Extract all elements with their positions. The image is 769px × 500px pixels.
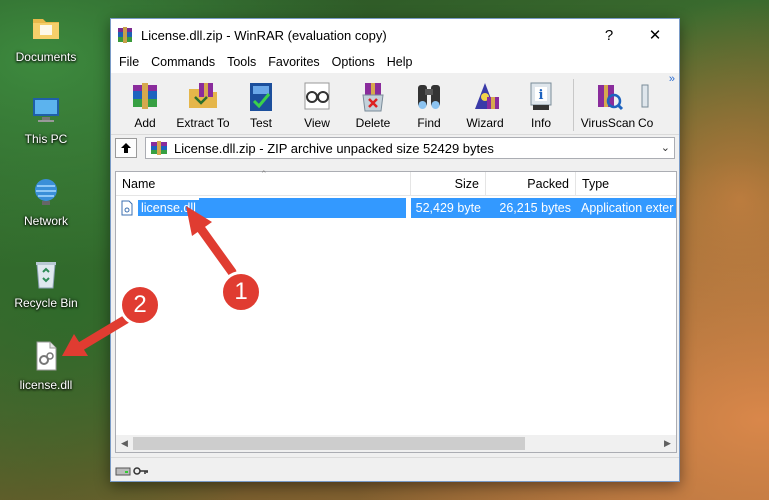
folder-documents-icon — [28, 10, 64, 46]
toolbar: Add Extract To Test View Delete Find Wiz… — [111, 73, 679, 135]
svg-text:i: i — [539, 88, 544, 103]
menu-favorites[interactable]: Favorites — [264, 55, 323, 69]
toolbar-more-button[interactable]: » — [669, 73, 675, 85]
view-button[interactable]: View — [289, 73, 345, 130]
status-bar — [111, 457, 679, 481]
annotation-badge-1: 1 — [220, 271, 262, 313]
archive-icon — [150, 141, 168, 155]
column-header-type[interactable]: Type — [576, 172, 676, 196]
extract-to-button[interactable]: Extract To — [173, 73, 233, 130]
menu-help[interactable]: Help — [383, 55, 417, 69]
desktop-icon-this-pc[interactable]: This PC — [6, 92, 86, 146]
desktop-icon-label: Network — [23, 214, 68, 228]
sort-ascending-icon: ⌃ — [260, 169, 268, 179]
column-header-packed[interactable]: Packed — [486, 172, 576, 196]
desktop-icon-recycle-bin[interactable]: Recycle Bin — [6, 256, 86, 310]
window-title: License.dll.zip - WinRAR (evaluation cop… — [141, 27, 387, 43]
network-icon — [28, 174, 64, 210]
scroll-right-icon[interactable]: ▶ — [659, 435, 676, 452]
dll-file-icon — [28, 338, 64, 374]
desktop-icon-label: Recycle Bin — [14, 296, 78, 310]
archive-path-dropdown[interactable]: License.dll.zip - ZIP archive unpacked s… — [145, 137, 675, 159]
recycle-bin-icon — [28, 256, 64, 292]
tool-label: Test — [249, 116, 272, 130]
dll-file-icon — [120, 200, 134, 216]
file-name: license.dll — [138, 200, 199, 216]
tool-label: Delete — [355, 116, 391, 130]
winrar-app-icon — [117, 27, 133, 43]
column-header-size[interactable]: Size — [411, 172, 486, 196]
delete-button[interactable]: Delete — [345, 73, 401, 130]
file-list-header: ⌃ Name Size Packed Type — [116, 169, 676, 196]
up-arrow-icon — [121, 143, 131, 153]
tool-label: Add — [134, 116, 156, 130]
file-packed-cell: 26,215 bytes — [486, 198, 576, 218]
view-icon — [297, 77, 337, 115]
annotation-badge-2: 2 — [119, 284, 161, 326]
file-type-cell: Application exter — [576, 198, 676, 218]
desktop-icon-network[interactable]: Network — [6, 174, 86, 228]
file-size-cell: 52,429 byte — [411, 198, 486, 218]
menu-commands[interactable]: Commands — [147, 55, 219, 69]
tool-label: Wizard — [466, 116, 504, 130]
desktop-icon-documents[interactable]: Documents — [6, 10, 86, 64]
add-archive-icon — [125, 77, 165, 115]
help-button[interactable]: ? — [587, 19, 631, 51]
extract-to-icon — [183, 77, 223, 115]
test-icon — [241, 77, 281, 115]
find-button[interactable]: Find — [401, 73, 457, 130]
scrollbar-thumb[interactable] — [133, 437, 525, 450]
file-list: ⌃ Name Size Packed Type license.dll 52,4… — [115, 169, 677, 453]
test-button[interactable]: Test — [233, 73, 289, 130]
virusscan-icon — [588, 77, 628, 115]
find-icon — [409, 77, 449, 115]
key-icon — [133, 464, 149, 476]
winrar-window: License.dll.zip - WinRAR (evaluation cop… — [110, 18, 680, 482]
file-name-cell: license.dll — [116, 198, 411, 218]
close-button[interactable]: ✕ — [633, 19, 677, 51]
menu-options[interactable]: Options — [328, 55, 379, 69]
drive-icon — [115, 464, 131, 476]
menu-bar: File Commands Tools Favorites Options He… — [111, 51, 679, 73]
info-button[interactable]: i Info — [513, 73, 569, 130]
up-one-level-button[interactable] — [115, 138, 137, 158]
tool-label: Info — [530, 116, 551, 130]
tool-label: Co — [638, 116, 654, 130]
archive-path-text: License.dll.zip - ZIP archive unpacked s… — [174, 140, 494, 156]
chevron-down-icon: ⌄ — [660, 142, 670, 154]
tool-label: VirusScan — [580, 116, 636, 130]
comment-button[interactable]: Co — [638, 73, 660, 130]
scroll-left-icon[interactable]: ◀ — [116, 435, 133, 452]
desktop-icon-label: Documents — [15, 50, 77, 64]
delete-icon — [353, 77, 393, 115]
row-selection-highlight — [198, 198, 406, 218]
horizontal-scrollbar[interactable]: ◀ ▶ — [116, 435, 676, 452]
virusscan-button[interactable]: VirusScan — [578, 73, 638, 130]
table-row[interactable]: license.dll 52,429 byte 26,215 bytes App… — [116, 198, 676, 218]
wizard-icon — [465, 77, 505, 115]
tool-label: View — [304, 116, 330, 130]
menu-tools[interactable]: Tools — [223, 55, 260, 69]
computer-icon — [28, 92, 64, 128]
desktop-icon-label: license.dll — [19, 378, 73, 392]
wizard-button[interactable]: Wizard — [457, 73, 513, 130]
menu-file[interactable]: File — [115, 55, 143, 69]
desktop-icon-label: This PC — [24, 132, 68, 146]
comment-icon — [638, 77, 652, 115]
tool-label: Find — [417, 116, 441, 130]
info-icon: i — [521, 77, 561, 115]
title-bar[interactable]: License.dll.zip - WinRAR (evaluation cop… — [111, 19, 679, 51]
desktop-icon-license-dll[interactable]: license.dll — [6, 338, 86, 392]
toolbar-separator — [573, 79, 574, 131]
tool-label: Extract To — [176, 116, 230, 130]
add-button[interactable]: Add — [117, 73, 173, 130]
address-bar: License.dll.zip - ZIP archive unpacked s… — [111, 135, 679, 161]
